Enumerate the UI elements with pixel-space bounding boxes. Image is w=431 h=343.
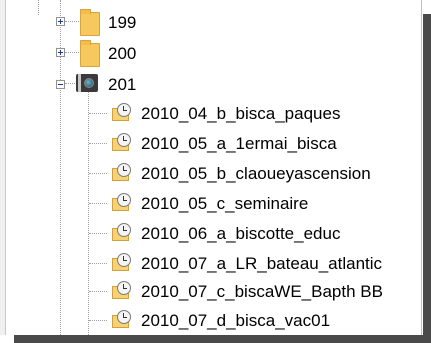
panel-border (421, 0, 422, 335)
folder-tree: 199 200 201 2010_04_b_bisca_paques 2010_… (0, 0, 420, 335)
tree-line (89, 291, 107, 292)
folder-tree-panel: 199 200 201 2010_04_b_bisca_paques 2010_… (0, 0, 423, 335)
window-shadow-bottom (14, 335, 431, 343)
tree-line (89, 263, 107, 264)
tree-node-label: 2010_05_a_1ermai_bisca (141, 134, 337, 153)
tree-node-label: 2010_04_b_bisca_paques (141, 104, 341, 123)
tree-line (89, 233, 107, 234)
tree-node-child[interactable]: 2010_05_c_seminaire (0, 188, 420, 218)
tree-node-child[interactable]: 2010_07_a_LR_bateau_atlantic (0, 248, 420, 278)
clock-folder-icon (110, 222, 132, 244)
folder-icon (80, 40, 100, 67)
tree-node-child[interactable]: 2010_06_a_biscotte_educ (0, 218, 420, 248)
clock-folder-icon (110, 252, 132, 274)
tree-node-201[interactable]: 201 (0, 70, 420, 100)
tree-line (89, 203, 107, 204)
tree-line (89, 173, 107, 174)
clock-folder-icon (110, 192, 132, 214)
clock-folder-icon (110, 102, 132, 124)
tree-node-label: 201 (108, 75, 137, 94)
tree-node-label: 2010_05_c_seminaire (141, 194, 309, 213)
tree-node-label: 2010_07_d_bisca_vac01 (141, 311, 331, 330)
tree-node-label: 2010_05_b_claoueyascension (141, 164, 371, 183)
tree-node-label: 2010_07_a_LR_bateau_atlantic (141, 254, 383, 273)
expand-icon[interactable] (56, 17, 65, 26)
tree-line (89, 320, 107, 321)
tree-node-label: 2010_06_a_biscotte_educ (141, 224, 341, 243)
clock-folder-icon (110, 309, 132, 331)
tree-line (89, 143, 107, 144)
tree-node-200[interactable]: 200 (0, 39, 420, 69)
tree-node-199[interactable]: 199 (0, 8, 420, 38)
tree-line (89, 113, 107, 114)
tree-node-label: 200 (108, 44, 137, 63)
tree-node-label: 2010_07_c_biscaWE_Bapth BB (141, 282, 383, 301)
clock-folder-icon (110, 132, 132, 154)
camera-folder-icon (76, 74, 98, 92)
clock-folder-icon (110, 280, 132, 302)
tree-node-child[interactable]: 2010_07_d_bisca_vac01 (0, 305, 420, 335)
window-shadow-right (423, 14, 431, 343)
expand-icon[interactable] (56, 48, 65, 57)
tree-node-label: 199 (108, 13, 137, 32)
clock-folder-icon (110, 162, 132, 184)
tree-node-child[interactable]: 2010_04_b_bisca_paques (0, 98, 420, 128)
tree-node-child[interactable]: 2010_05_a_1ermai_bisca (0, 128, 420, 158)
tree-node-child[interactable]: 2010_05_b_claoueyascension (0, 158, 420, 188)
collapse-icon[interactable] (56, 80, 65, 89)
tree-node-child[interactable]: 2010_07_c_biscaWE_Bapth BB (0, 276, 420, 306)
folder-icon (80, 9, 100, 36)
